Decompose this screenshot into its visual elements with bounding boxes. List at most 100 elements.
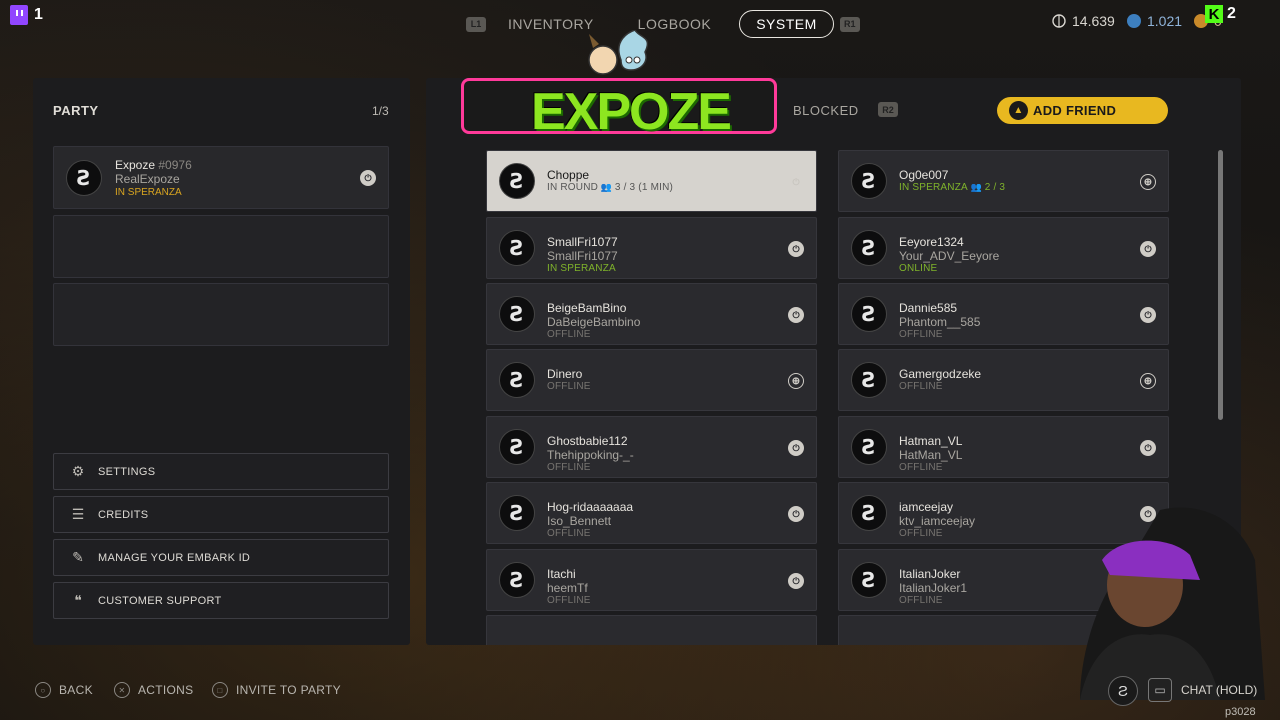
blue-coin-icon	[1127, 14, 1141, 28]
people-icon: 👥	[967, 182, 985, 192]
friend-card[interactable]: Ƨ Eeyore1324 Your_ADV_Eeyore ONLINE ⏻	[838, 217, 1169, 279]
member-name-line: Expoze #0976	[115, 158, 192, 172]
embark-avatar-icon: Ƨ	[499, 296, 535, 332]
friend-status: OFFLINE	[899, 595, 943, 606]
tab-blocked[interactable]: BLOCKED	[793, 103, 859, 118]
friend-status: IN SPERANZA 👥 2 / 3	[899, 182, 1005, 193]
friend-name: iamceejay	[899, 500, 954, 514]
friend-status: OFFLINE	[899, 329, 943, 340]
member-tag: #0976	[158, 158, 192, 172]
party-size: 2 / 3	[984, 182, 1006, 193]
cross-button-icon: ✕	[114, 682, 130, 698]
party-empty-slot[interactable]	[53, 283, 389, 346]
friend-status-text: OFFLINE	[547, 462, 591, 473]
playstation-icon: ⏻	[1140, 440, 1156, 456]
friend-card[interactable]: Ƨ Ghostbabie112 Thehippoking-_- OFFLINE ⏻	[486, 416, 817, 478]
playstation-icon: ⏻	[788, 241, 804, 257]
triangle-button-icon: ▲	[1009, 101, 1028, 120]
playstation-icon: ⏻	[788, 573, 804, 589]
back-label: BACK	[59, 683, 93, 697]
settings-button[interactable]: ⚙ SETTINGS	[53, 453, 389, 490]
currency1-value: 14.639	[1072, 13, 1115, 29]
embark-avatar-icon: Ƨ	[499, 562, 535, 598]
friend-card[interactable]: Ƨ Og0e007 IN SPERANZA 👥 2 / 3 ⊕	[838, 150, 1169, 212]
r1-button[interactable]: R1	[839, 16, 860, 32]
embark-avatar-icon: Ƨ	[499, 495, 535, 531]
settings-label: SETTINGS	[98, 465, 156, 478]
back-hint[interactable]: ○ BACK	[35, 682, 93, 698]
friend-status-text: OFFLINE	[547, 381, 591, 392]
r2-button[interactable]: R2	[878, 102, 898, 117]
playstation-icon: ⏻	[360, 170, 376, 186]
manage-embark-id-button[interactable]: ✎ MANAGE YOUR EMBARK ID	[53, 539, 389, 576]
streamer-overlay-logo: EXPOZE	[455, 30, 783, 158]
friend-status: OFFLINE	[547, 595, 591, 606]
friend-card-partial[interactable]	[486, 615, 817, 645]
support-label: CUSTOMER SUPPORT	[98, 594, 222, 607]
friend-card[interactable]: Ƨ Itachi heemTf OFFLINE ⏻	[486, 549, 817, 611]
globe-icon: ⊕	[788, 373, 804, 389]
friend-card[interactable]: Ƨ BeigeBamBino DaBeigeBambino OFFLINE ⏻	[486, 283, 817, 345]
friend-status-text: IN SPERANZA	[899, 182, 968, 193]
friend-platform-name: Your_ADV_Eeyore	[899, 249, 1000, 263]
friend-platform-name: heemTf	[547, 581, 588, 595]
friend-status-text: OFFLINE	[899, 595, 943, 606]
friend-platform-name: Thehippoking-_-	[547, 448, 634, 462]
friend-name: Hatman_VL	[899, 434, 963, 448]
friend-status: ONLINE	[899, 263, 937, 274]
friends-scrollbar[interactable]	[1218, 150, 1223, 420]
friend-name: Choppe	[547, 168, 590, 182]
embark-avatar-icon: Ƨ	[851, 230, 887, 266]
friend-status: OFFLINE	[547, 329, 591, 340]
embark-avatar-icon: Ƨ	[851, 562, 887, 598]
touchpad-button-icon: ▭	[1148, 678, 1172, 702]
gear-icon: ⚙	[71, 463, 85, 479]
friend-name: Og0e007	[899, 168, 949, 182]
friend-card[interactable]: Ƨ Hatman_VL HatMan_VL OFFLINE ⏻	[838, 416, 1169, 478]
friend-card[interactable]: Ƨ Dinero OFFLINE ⊕	[486, 349, 817, 411]
friend-status: IN ROUND 👥 3 / 3 (1 MIN)	[547, 182, 673, 193]
credits-button[interactable]: ☰ CREDITS	[53, 496, 389, 533]
chat-hold-hint[interactable]: CHAT (HOLD)	[1181, 683, 1257, 697]
friend-status-text: OFFLINE	[899, 462, 943, 473]
embark-avatar-icon: Ƨ	[499, 429, 535, 465]
square-button-icon: □	[212, 682, 228, 698]
friend-status-text: IN SPERANZA	[547, 263, 616, 274]
webcam-overlay	[1080, 507, 1265, 700]
currency-credits: 14.639	[1052, 13, 1115, 29]
friend-status-text: IN ROUND	[547, 182, 599, 193]
friend-card[interactable]: Ƨ Hog-ridaaaaaaa Iso_Bennett OFFLINE ⏻	[486, 482, 817, 544]
party-member-slot[interactable]: Ƨ Expoze #0976 RealExpoze IN SPERANZA ⏻	[53, 146, 389, 209]
add-friend-button[interactable]: ▲ ADD FRIEND	[997, 97, 1168, 124]
party-empty-slot[interactable]	[53, 215, 389, 278]
add-friend-label: ADD FRIEND	[1033, 103, 1117, 118]
playstation-icon: ⏻	[792, 176, 800, 187]
invite-hint[interactable]: □ INVITE TO PARTY	[212, 682, 341, 698]
build-code: p3028	[1225, 706, 1256, 718]
friend-name: Ghostbabie112	[547, 434, 628, 448]
friend-status: IN SPERANZA	[547, 263, 616, 274]
friend-card[interactable]: Ƨ SmallFri1077 SmallFri1077 IN SPERANZA ⏻	[486, 217, 817, 279]
friend-platform-name: DaBeigeBambino	[547, 315, 641, 329]
friend-status-text: OFFLINE	[899, 329, 943, 340]
actions-hint[interactable]: ✕ ACTIONS	[114, 682, 193, 698]
embark-icon: Ƨ	[1108, 676, 1138, 706]
friend-card[interactable]: Ƨ Gamergodzeke OFFLINE ⊕	[838, 349, 1169, 411]
party-count: 1/3	[372, 104, 389, 118]
globe-coin-icon	[1052, 14, 1066, 28]
playstation-icon: ⏻	[788, 440, 804, 456]
friend-name: Gamergodzeke	[899, 367, 982, 381]
friend-name: SmallFri1077	[547, 235, 618, 249]
friend-card[interactable]: Ƨ Dannie585 Phantom__585 OFFLINE ⏻	[838, 283, 1169, 345]
friend-card[interactable]: Ƨ Choppe IN ROUND 👥 3 / 3 (1 MIN) ⏻	[486, 150, 817, 212]
playstation-icon: ⏻	[788, 506, 804, 522]
friend-platform-name: SmallFri1077	[547, 249, 618, 263]
pencil-icon: ✎	[72, 549, 84, 565]
friend-status: OFFLINE	[547, 462, 591, 473]
customer-support-button[interactable]: ❝ CUSTOMER SUPPORT	[53, 582, 389, 619]
friend-name: BeigeBamBino	[547, 301, 627, 315]
friend-name: ItalianJoker	[899, 567, 961, 581]
friend-platform-name: Phantom__585	[899, 315, 981, 329]
friend-status: OFFLINE	[547, 528, 591, 539]
embark-label: MANAGE YOUR EMBARK ID	[98, 551, 251, 564]
